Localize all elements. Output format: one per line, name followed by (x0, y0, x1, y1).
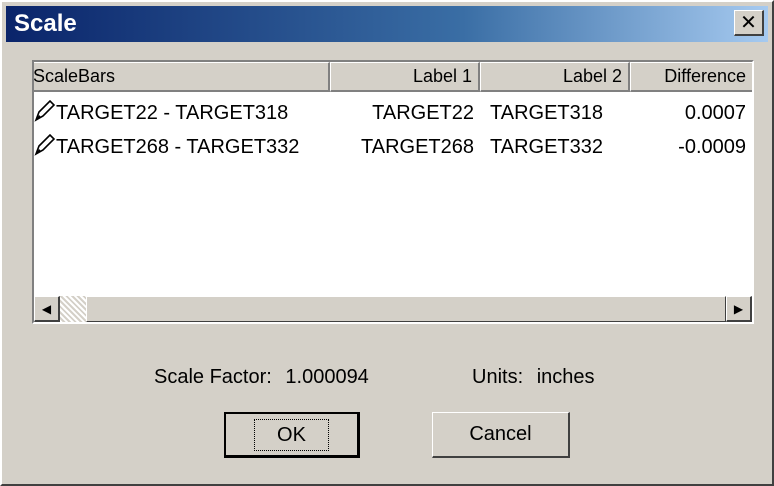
column-header-scalebars[interactable]: ScaleBars (34, 62, 330, 92)
difference-cell: -0.0009 (678, 136, 746, 158)
title-bar[interactable]: Scale ✕ (6, 6, 768, 42)
scale-factor-readout: Scale Factor: 1.000094 (154, 366, 369, 389)
units-label: Units: (472, 366, 524, 388)
cancel-button[interactable]: Cancel (432, 412, 570, 458)
units-readout: Units: inches (472, 366, 595, 389)
difference-cell: 0.0007 (684, 102, 746, 124)
arrow-right-icon: ▶ (733, 301, 744, 316)
ok-button[interactable]: OK (224, 412, 360, 458)
column-header-label2[interactable]: Label 2 (480, 62, 630, 92)
list-item[interactable]: TARGET22 - TARGET318 TARGET22 TARGET318 … (34, 96, 752, 130)
scale-dialog: Scale ✕ ScaleBars Label 1 Label 2 Differ… (0, 0, 774, 486)
close-icon: ✕ (740, 12, 757, 34)
scalebars-list[interactable]: ScaleBars Label 1 Label 2 Difference TAR… (32, 60, 754, 324)
scalebar-cell: TARGET268 - TARGET332 (34, 130, 330, 164)
scroll-thumb[interactable] (60, 296, 86, 322)
label2-cell: TARGET318 (490, 102, 603, 124)
pencil-icon (34, 100, 56, 122)
list-item[interactable]: TARGET268 - TARGET332 TARGET268 TARGET33… (34, 130, 752, 164)
scale-factor-value: 1.000094 (285, 366, 369, 388)
label2-cell: TARGET332 (490, 136, 603, 158)
window-title: Scale (14, 10, 77, 37)
column-header-difference[interactable]: Difference (630, 62, 752, 92)
ok-button-label: OK (254, 418, 329, 451)
label1-cell: TARGET22 (372, 102, 474, 124)
scalebar-cell: TARGET22 - TARGET318 (34, 96, 330, 130)
scroll-track[interactable] (86, 296, 726, 322)
horizontal-scrollbar[interactable]: ◀ ▶ (34, 296, 752, 322)
list-header: ScaleBars Label 1 Label 2 Difference (34, 62, 752, 92)
arrow-left-icon: ◀ (41, 301, 52, 316)
scalebar-name: TARGET22 - TARGET318 (56, 102, 289, 124)
cancel-button-label: Cancel (469, 423, 532, 445)
scalebar-name: TARGET268 - TARGET332 (56, 136, 300, 158)
column-header-label1[interactable]: Label 1 (330, 62, 480, 92)
scale-factor-label: Scale Factor: (154, 366, 272, 388)
scroll-left-button[interactable]: ◀ (34, 296, 60, 322)
units-value: inches (536, 366, 595, 388)
pencil-icon (34, 134, 56, 156)
close-button[interactable]: ✕ (734, 10, 764, 36)
label1-cell: TARGET268 (361, 136, 474, 158)
scroll-right-button[interactable]: ▶ (726, 296, 752, 322)
